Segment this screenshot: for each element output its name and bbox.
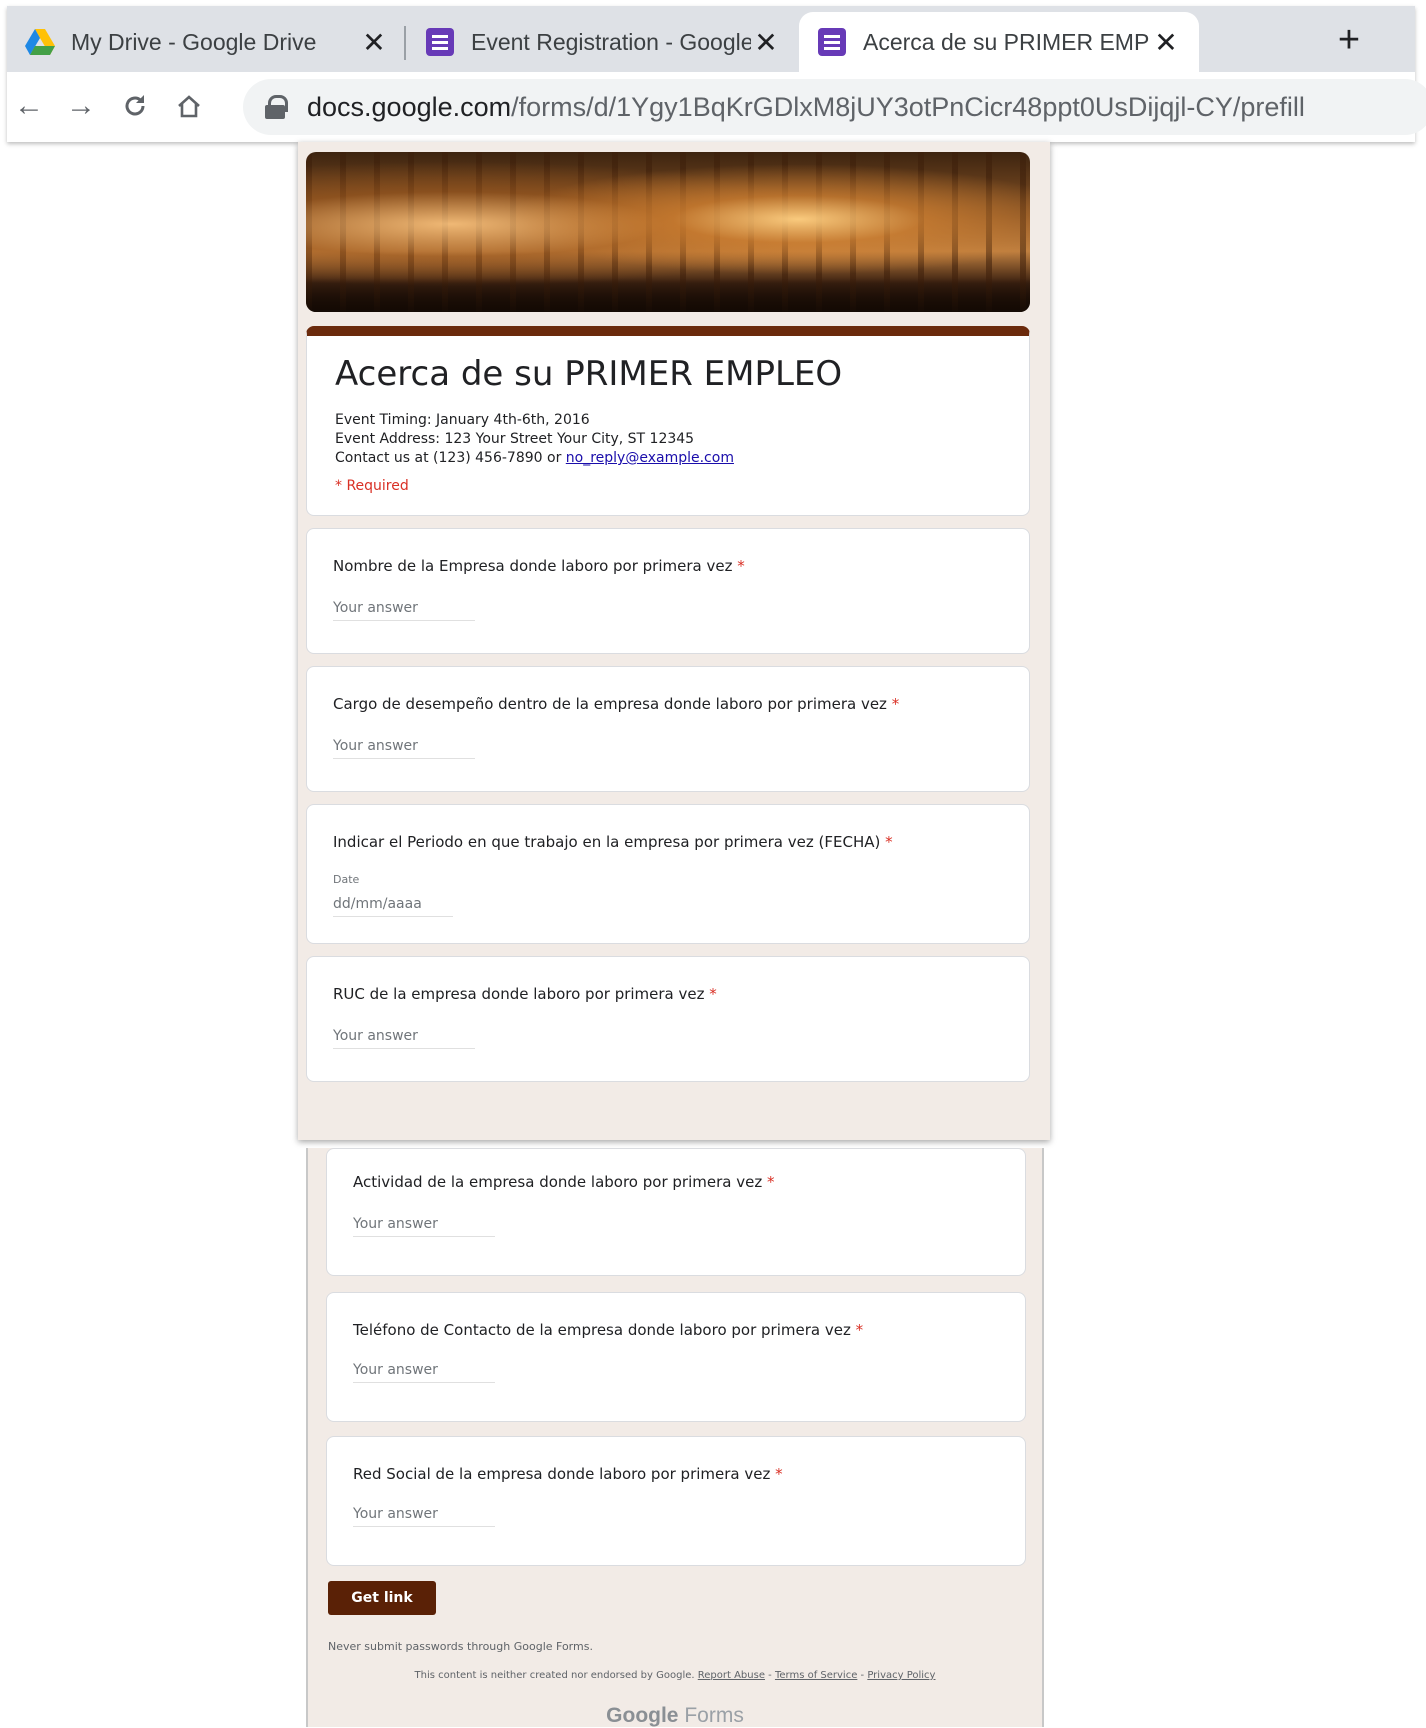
reload-icon <box>125 95 145 116</box>
browser-chrome: My Drive - Google Drive ✕ Event Registra… <box>7 6 1426 142</box>
disclaimer-text: This content is neither created nor endo… <box>414 1670 698 1681</box>
required-note: * Required <box>335 478 409 494</box>
question-card: Cargo de desempeño dentro de la empresa … <box>306 666 1030 792</box>
required-asterisk: * <box>850 1321 864 1339</box>
form-page: Acerca de su PRIMER EMPLEO Event Timing:… <box>298 142 1050 1140</box>
question-card: Red Social de la empresa donde laboro po… <box>326 1436 1026 1566</box>
footer-disclaimer: This content is neither created nor endo… <box>308 1670 1042 1681</box>
home-button[interactable] <box>167 84 211 128</box>
question-card: Indicar el Periodo en que trabajo en la … <box>306 804 1030 944</box>
answer-input[interactable] <box>333 595 475 621</box>
question-title: Indicar el Periodo en que trabajo en la … <box>333 833 893 851</box>
required-asterisk: * <box>732 557 745 575</box>
answer-input[interactable] <box>353 1211 495 1237</box>
forward-button[interactable]: → <box>59 84 103 128</box>
question-text: Teléfono de Contacto de la empresa donde… <box>353 1321 851 1339</box>
question-text: RUC de la empresa donde laboro por prime… <box>333 985 705 1003</box>
tab-title: Event Registration - Google Form <box>471 28 751 55</box>
question-title: Actividad de la empresa donde laboro por… <box>353 1173 774 1191</box>
form-page-continued: Actividad de la empresa donde laboro por… <box>306 1148 1044 1727</box>
terms-of-service-link[interactable]: Terms of Service <box>775 1670 857 1681</box>
tab-acerca-primer-empleo[interactable]: Acerca de su PRIMER EMPLEO ✕ <box>799 12 1199 72</box>
date-label: Date <box>333 873 360 886</box>
event-address: Event Address: 123 Your Street Your City… <box>335 431 695 447</box>
browser-toolbar: ← → docs.google.com/forms/d/1Ygy1BqKrGDl… <box>7 72 1426 142</box>
close-tab-icon[interactable]: ✕ <box>751 27 781 58</box>
required-asterisk: * <box>880 833 893 851</box>
question-text: Actividad de la empresa donde laboro por… <box>353 1173 763 1191</box>
google-drive-icon <box>25 27 55 57</box>
google-forms-icon <box>425 27 455 57</box>
back-button[interactable]: ← <box>7 84 51 128</box>
tab-title: Acerca de su PRIMER EMPLEO <box>863 28 1151 55</box>
form-title: Acerca de su PRIMER EMPLEO <box>335 354 843 394</box>
home-icon <box>178 95 200 118</box>
privacy-policy-link[interactable]: Privacy Policy <box>867 1670 935 1681</box>
close-tab-icon[interactable]: ✕ <box>1151 27 1181 58</box>
separator: - <box>857 1670 868 1681</box>
answer-input[interactable] <box>353 1357 495 1383</box>
close-tab-icon[interactable]: ✕ <box>359 27 389 58</box>
url-host: docs.google.com <box>307 91 512 122</box>
question-title: Cargo de desempeño dentro de la empresa … <box>333 695 899 713</box>
google-forms-icon <box>817 27 847 57</box>
question-text: Red Social de la empresa donde laboro po… <box>353 1465 771 1483</box>
question-title: Nombre de la Empresa donde laboro por pr… <box>333 557 745 575</box>
tab-strip: My Drive - Google Drive ✕ Event Registra… <box>7 6 1415 72</box>
question-text: Indicar el Periodo en que trabajo en la … <box>333 833 881 851</box>
tab-my-drive[interactable]: My Drive - Google Drive ✕ <box>7 12 407 72</box>
date-input[interactable] <box>333 891 453 917</box>
required-asterisk: * <box>704 985 717 1003</box>
answer-input[interactable] <box>333 1023 475 1049</box>
arrow-left-icon: ← <box>14 89 44 122</box>
contact-text: Contact us at (123) 456-7890 or <box>335 450 566 466</box>
question-card: Nombre de la Empresa donde laboro por pr… <box>306 528 1030 654</box>
report-abuse-link[interactable]: Report Abuse <box>698 1670 765 1681</box>
contact-email-link[interactable]: no_reply@example.com <box>566 450 734 466</box>
arrow-right-icon: → <box>66 89 96 122</box>
question-title: RUC de la empresa donde laboro por prime… <box>333 985 717 1003</box>
form-header-card: Acerca de su PRIMER EMPLEO Event Timing:… <box>306 326 1030 516</box>
question-card: Actividad de la empresa donde laboro por… <box>326 1148 1026 1276</box>
contact-line: Contact us at (123) 456-7890 or no_reply… <box>335 449 734 468</box>
password-warning: Never submit passwords through Google Fo… <box>328 1640 593 1653</box>
question-card: RUC de la empresa donde laboro por prime… <box>306 956 1030 1082</box>
logo-google-text: Google <box>606 1704 679 1727</box>
question-text: Nombre de la Empresa donde laboro por pr… <box>333 557 733 575</box>
tab-event-registration[interactable]: Event Registration - Google Form ✕ <box>407 12 799 72</box>
question-text: Cargo de desempeño dentro de la empresa … <box>333 695 887 713</box>
address-bar[interactable]: docs.google.com/forms/d/1Ygy1BqKrGDlxM8j… <box>243 79 1426 135</box>
tab-title: My Drive - Google Drive <box>71 28 317 55</box>
tab-separator <box>404 26 406 60</box>
header-banner-image <box>306 152 1030 312</box>
required-asterisk: * <box>770 1465 783 1483</box>
new-tab-button[interactable]: + <box>1327 20 1371 64</box>
answer-input[interactable] <box>353 1501 495 1527</box>
form-description: Event Timing: January 4th-6th, 2016 Even… <box>335 411 734 468</box>
logo-forms-text: Forms <box>678 1704 744 1727</box>
get-link-button[interactable]: Get link <box>328 1581 436 1615</box>
required-asterisk: * <box>886 695 900 713</box>
question-title: Red Social de la empresa donde laboro po… <box>353 1465 783 1483</box>
question-title: Teléfono de Contacto de la empresa donde… <box>353 1321 863 1339</box>
google-forms-logo[interactable]: Google Forms <box>308 1704 1042 1728</box>
required-asterisk: * <box>762 1173 775 1191</box>
question-card: Teléfono de Contacto de la empresa donde… <box>326 1292 1026 1422</box>
reload-button[interactable] <box>113 84 157 128</box>
url-path: /forms/d/1Ygy1BqKrGDlxM8jUY3otPnCicr48pp… <box>511 91 1305 122</box>
lock-icon <box>265 95 288 119</box>
event-timing: Event Timing: January 4th-6th, 2016 <box>335 412 590 428</box>
answer-input[interactable] <box>333 733 475 759</box>
separator: - <box>764 1670 775 1681</box>
